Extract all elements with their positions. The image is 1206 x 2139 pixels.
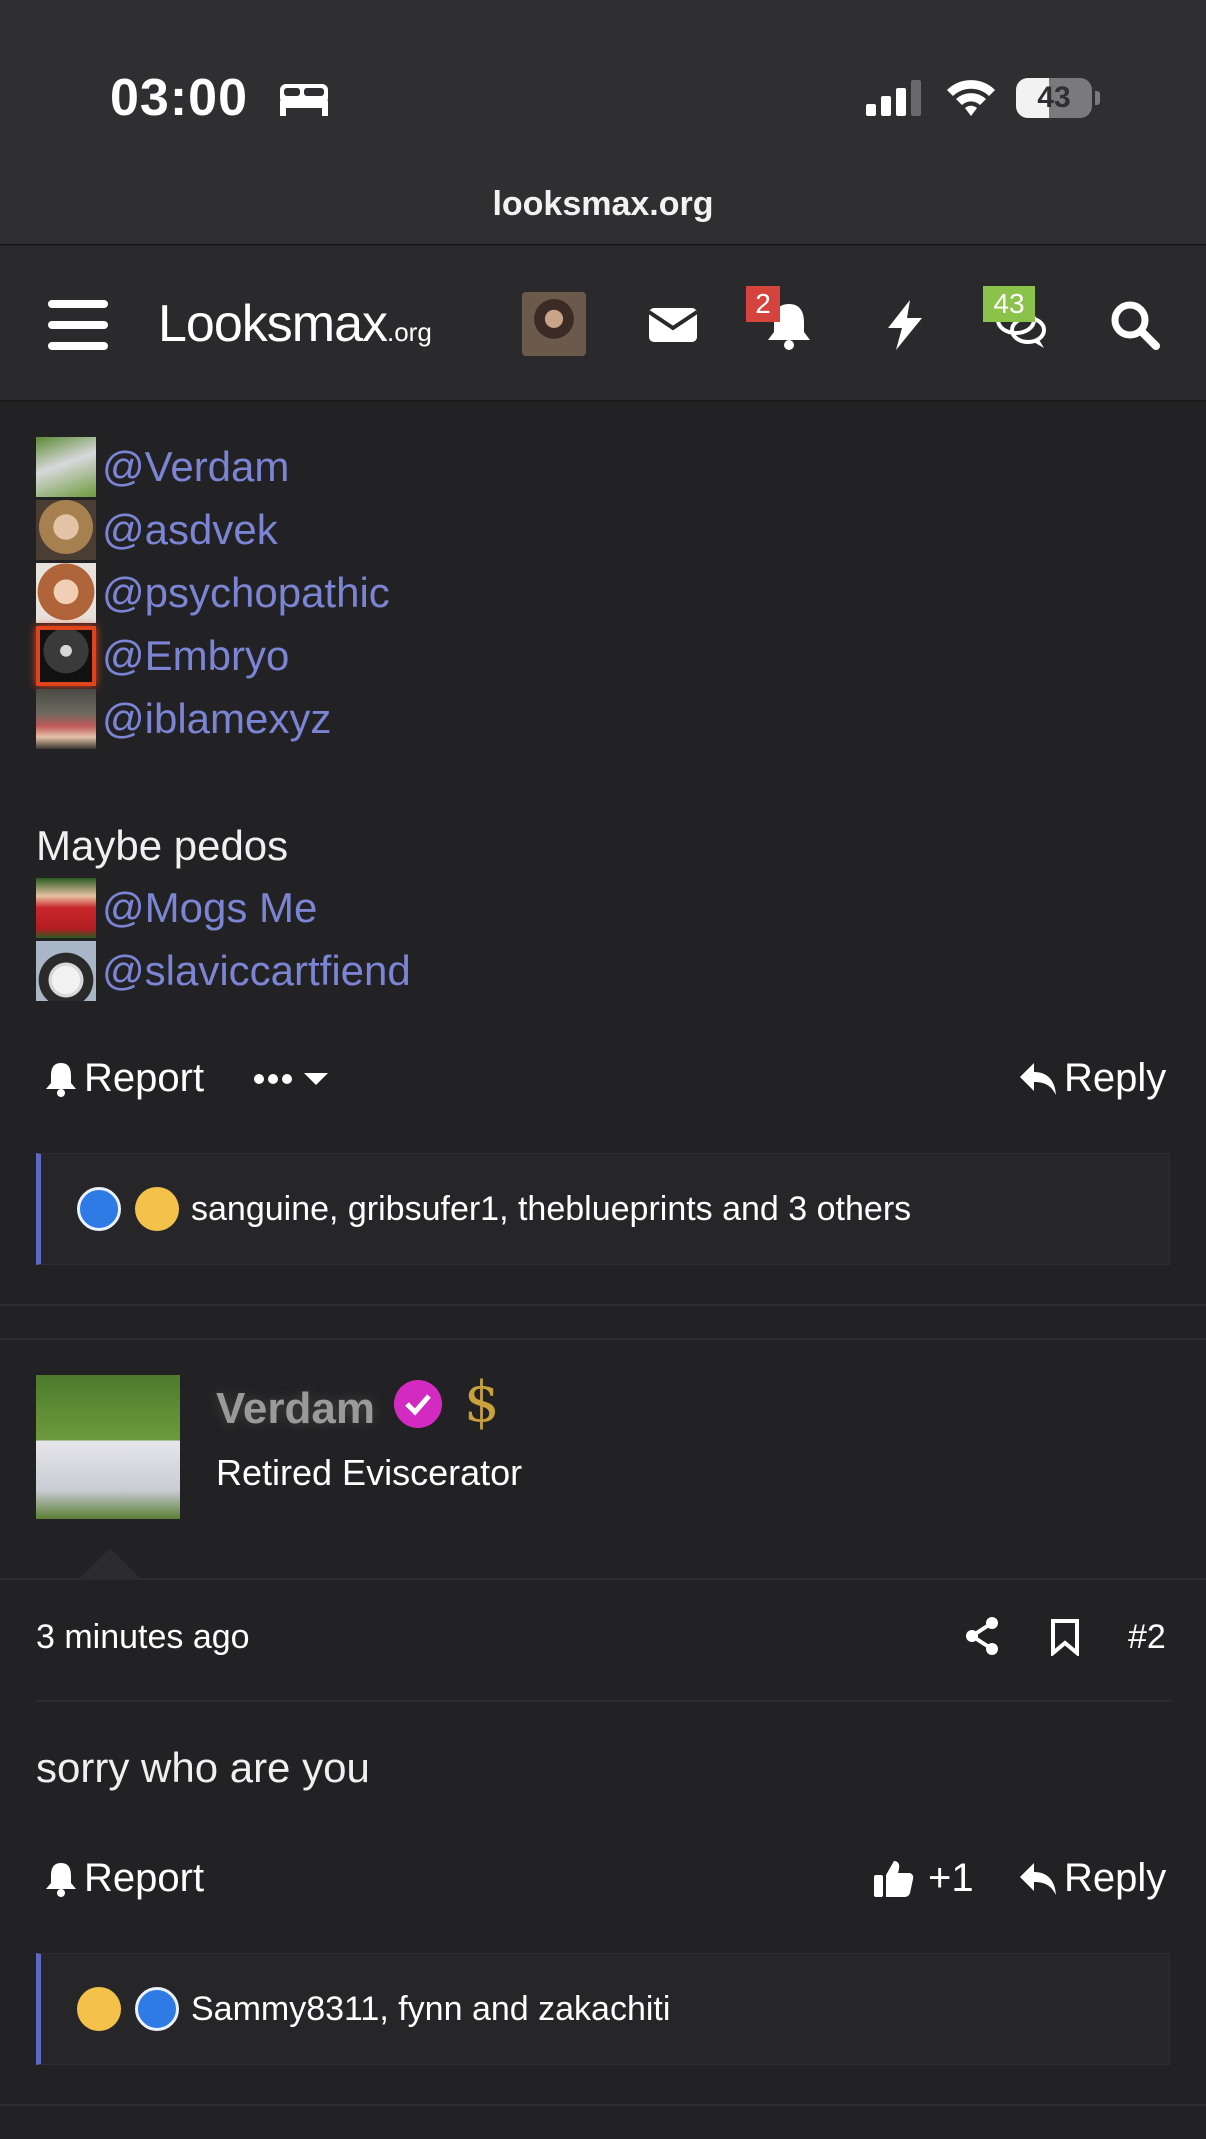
divider — [0, 1578, 1206, 1580]
crying-face-icon — [77, 1987, 121, 2031]
user-avatar[interactable] — [36, 1375, 180, 1519]
account-avatar[interactable] — [522, 292, 586, 356]
battery-level: 43 — [1037, 81, 1071, 114]
mention-item[interactable]: @Mogs Me — [36, 878, 317, 938]
post-number[interactable]: #2 — [1128, 1618, 1166, 1657]
mention-link[interactable]: @Mogs Me — [102, 879, 317, 937]
like-button[interactable]: +1 — [872, 1856, 974, 1901]
report-label: Report — [84, 1856, 205, 1900]
mention-link[interactable]: @slaviccartfiend — [102, 942, 411, 1000]
signal-icon — [866, 80, 921, 116]
mention-avatar — [36, 563, 96, 623]
bed-icon — [280, 84, 328, 116]
mention-item[interactable]: @asdvek — [36, 500, 278, 560]
menu-icon[interactable] — [48, 300, 108, 350]
battery-icon: 43 — [1016, 78, 1100, 118]
reply-label: Reply — [1064, 1856, 1167, 1900]
divider — [0, 2104, 1206, 2106]
divider — [0, 1338, 1206, 1340]
more-icon — [254, 1073, 328, 1085]
more-options-button[interactable] — [254, 1064, 336, 1094]
mention-item[interactable]: @Verdam — [36, 437, 289, 497]
site-logo[interactable]: Looksmax.org — [158, 294, 432, 354]
alerts-badge: 2 — [746, 286, 780, 322]
mention-avatar — [36, 878, 96, 938]
mention-avatar — [36, 689, 96, 749]
clock: 03:00 — [110, 69, 248, 127]
mention-item[interactable]: @Embryo — [36, 626, 289, 686]
like-count: +1 — [928, 1856, 974, 1900]
address-bar[interactable]: looksmax.org — [0, 185, 1206, 224]
mention-avatar — [36, 437, 96, 497]
mention-link[interactable]: @psychopathic — [102, 564, 390, 622]
mention-avatar — [36, 941, 96, 1001]
reactions-bar[interactable]: Sammy8311, fynn and zakachiti — [36, 1953, 1170, 2065]
thumbs-up-icon — [135, 1987, 179, 2031]
report-bell-icon — [46, 1862, 76, 1897]
post-body: sorry who are you — [36, 1744, 370, 1791]
sad-face-icon — [135, 1187, 179, 1231]
thumbs-up-icon — [77, 1187, 121, 1231]
reply-button[interactable]: Reply — [1018, 1856, 1166, 1901]
bolt-icon[interactable] — [878, 298, 932, 352]
reactions-list[interactable]: Sammy8311, fynn and zakachiti — [191, 1990, 670, 2029]
reactions-list[interactable]: sanguine, gribsufer1, theblueprints and … — [191, 1190, 911, 1229]
status-bar: 03:00 43 looksmax.org — [0, 0, 1206, 245]
user-title: Retired Eviscerator — [216, 1452, 523, 1493]
username[interactable]: Verdam — [216, 1384, 375, 1434]
mention-link[interactable]: @Verdam — [102, 438, 289, 496]
divider — [0, 1304, 1206, 1306]
search-icon[interactable] — [1108, 298, 1162, 352]
share-icon[interactable] — [964, 1616, 1000, 1656]
mention-avatar — [36, 500, 96, 560]
post-timestamp[interactable]: 3 minutes ago — [36, 1618, 250, 1657]
reply-label: Reply — [1064, 1056, 1167, 1100]
report-bell-icon — [46, 1062, 76, 1097]
conversations-badge: 43 — [983, 286, 1035, 322]
mention-item[interactable]: @slaviccartfiend — [36, 941, 411, 1001]
mention-avatar — [36, 626, 96, 686]
reply-icon — [1020, 1062, 1056, 1095]
site-header: Looksmax.org — [0, 246, 1206, 402]
verified-badge-icon — [394, 1380, 442, 1428]
user-card-pointer — [78, 1548, 142, 1580]
reply-icon — [1020, 1862, 1056, 1895]
mention-link[interactable]: @Embryo — [102, 627, 289, 685]
post-text: Maybe pedos — [36, 822, 289, 869]
mention-item[interactable]: @psychopathic — [36, 563, 390, 623]
logo-text: Looksmax — [158, 295, 388, 353]
report-label: Report — [84, 1056, 205, 1100]
divider — [36, 1700, 1170, 1702]
mention-link[interactable]: @asdvek — [102, 501, 278, 559]
thumbs-up-icon — [874, 1860, 914, 1897]
report-button[interactable]: Report — [44, 1856, 204, 1901]
wifi-icon — [947, 80, 995, 116]
reactions-bar[interactable]: sanguine, gribsufer1, theblueprints and … — [36, 1153, 1170, 1265]
mail-icon[interactable] — [646, 298, 700, 352]
report-button[interactable]: Report — [44, 1056, 204, 1101]
logo-suffix: .org — [387, 317, 432, 347]
mention-item[interactable]: @iblamexyz — [36, 689, 331, 749]
dollar-badge-icon: $ — [464, 1370, 500, 1435]
reply-button[interactable]: Reply — [1018, 1056, 1166, 1101]
mention-link[interactable]: @iblamexyz — [102, 690, 331, 748]
bookmark-icon[interactable] — [1050, 1618, 1080, 1656]
